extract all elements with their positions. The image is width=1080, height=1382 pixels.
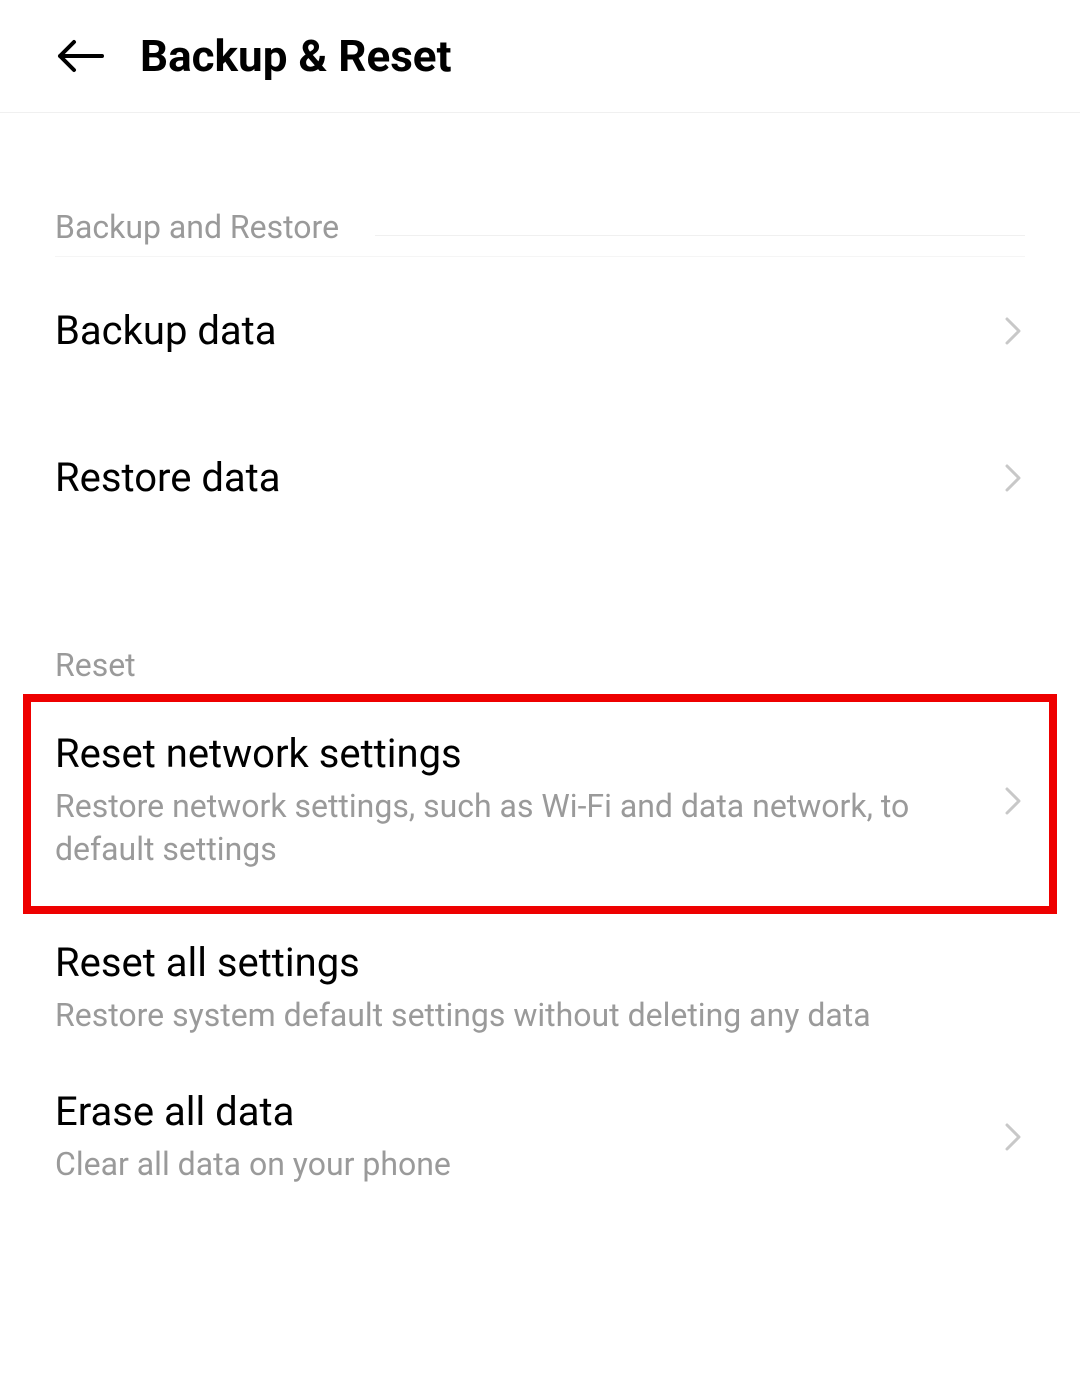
list-item-text: Reset network settings Restore network s… (55, 730, 981, 871)
list-item-text: Restore data (55, 454, 981, 501)
back-arrow-icon (56, 39, 104, 73)
erase-all-subtitle: Clear all data on your phone (55, 1143, 981, 1186)
restore-data-item[interactable]: Restore data (55, 404, 1025, 551)
section-header-reset: Reset (55, 551, 1025, 694)
chevron-right-icon (1001, 1117, 1025, 1157)
backup-data-title: Backup data (55, 307, 981, 354)
content: Backup and Restore Backup data Restore d… (0, 113, 1080, 1211)
chevron-right-icon (1001, 781, 1025, 821)
restore-data-title: Restore data (55, 454, 981, 501)
page-title: Backup & Reset (140, 30, 451, 82)
chevron-right-icon (1001, 311, 1025, 351)
backup-data-item[interactable]: Backup data (55, 257, 1025, 404)
reset-all-title: Reset all settings (55, 939, 1025, 986)
header: Backup & Reset (0, 0, 1080, 113)
reset-all-subtitle: Restore system default settings without … (55, 994, 1025, 1037)
reset-network-item[interactable]: Reset network settings Restore network s… (55, 702, 1025, 906)
erase-all-title: Erase all data (55, 1088, 981, 1135)
highlighted-item: Reset network settings Restore network s… (23, 694, 1057, 914)
back-button[interactable] (55, 36, 105, 76)
chevron-right-icon (1001, 458, 1025, 498)
reset-all-item[interactable]: Reset all settings Restore system defaul… (55, 914, 1025, 1062)
reset-network-title: Reset network settings (55, 730, 981, 777)
list-item-text: Erase all data Clear all data on your ph… (55, 1088, 981, 1186)
reset-network-subtitle: Restore network settings, such as Wi-Fi … (55, 785, 981, 871)
list-item-text: Backup data (55, 307, 981, 354)
section-header-backup-restore: Backup and Restore (55, 113, 1025, 257)
erase-all-item[interactable]: Erase all data Clear all data on your ph… (55, 1063, 1025, 1211)
